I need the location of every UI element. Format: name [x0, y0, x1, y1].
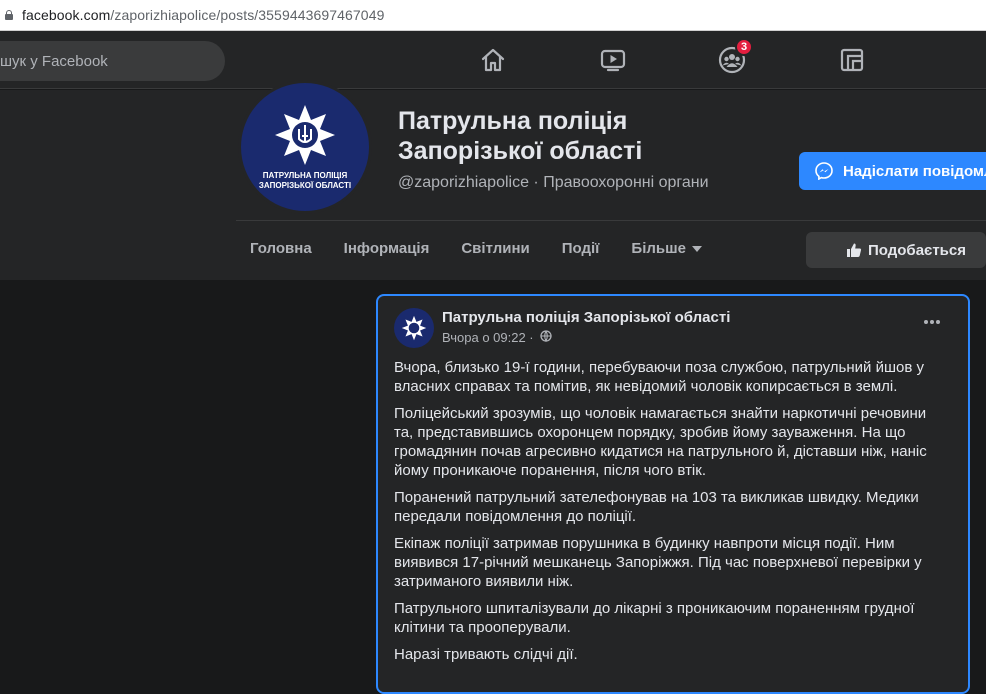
lock-icon: [5, 10, 13, 20]
home-icon[interactable]: [477, 44, 509, 76]
gaming-icon[interactable]: [836, 44, 868, 76]
post-text: Вчора, близько 19-ї години, перебуваючи …: [394, 358, 944, 672]
header-divider: [236, 220, 986, 221]
post-author-name[interactable]: Патрульна поліція Запорізької області: [442, 309, 730, 326]
police-star-icon: [401, 315, 427, 341]
post-paragraph: Поранений патрульний зателефонував на 10…: [394, 489, 919, 525]
tab-about[interactable]: Інформація: [344, 240, 430, 257]
post-paragraph: Вчора, близько 19-ї години, перебуваючи …: [394, 359, 924, 395]
page-tabs: Головна Інформація Світлини Події Більше: [250, 240, 734, 257]
browser-url-bar[interactable]: facebook.com/zaporizhiapolice/posts/3559…: [0, 0, 986, 31]
tab-home[interactable]: Головна: [250, 240, 312, 257]
avatar-caption: ПАТРУЛЬНА ПОЛІЦІЯ ЗАПОРІЗЬКОЇ ОБЛАСТІ: [258, 171, 352, 190]
search-placeholder: шук у Facebook: [0, 52, 108, 70]
tab-events[interactable]: Події: [562, 240, 600, 257]
groups-icon[interactable]: 3: [716, 38, 753, 76]
send-message-button[interactable]: Надіслати повідомлення: [799, 152, 986, 190]
post-timestamp[interactable]: Вчора о 09:22 ·: [442, 330, 552, 345]
post-author-avatar[interactable]: [394, 308, 434, 348]
notification-badge: 3: [735, 38, 753, 56]
messenger-icon: [815, 162, 833, 184]
post-paragraph: Поліцейський зрозумів, що чоловік намага…: [394, 405, 927, 479]
tab-more[interactable]: Більше: [631, 240, 702, 257]
post-paragraph: Патрульного шпиталізували до лікарні з п…: [394, 600, 915, 636]
tab-photos[interactable]: Світлини: [461, 240, 529, 257]
search-input[interactable]: шук у Facebook: [0, 41, 225, 81]
page-subtitle: @zaporizhiapolice · Правоохоронні органи: [398, 174, 709, 191]
post-card: Патрульна поліція Запорізької області Вч…: [376, 294, 970, 694]
url-text[interactable]: facebook.com/zaporizhiapolice/posts/3559…: [22, 7, 384, 23]
like-page-button[interactable]: Подобається: [806, 232, 986, 268]
facebook-top-bar: шук у Facebook 3: [0, 31, 986, 89]
chevron-down-icon: [691, 245, 702, 252]
thumbs-up-icon: [846, 242, 862, 262]
page-avatar[interactable]: ПАТРУЛЬНА ПОЛІЦІЯ ЗАПОРІЗЬКОЇ ОБЛАСТІ: [238, 80, 372, 214]
post-paragraph: Екіпаж поліції затримав порушника в буди…: [394, 535, 922, 590]
more-options-icon[interactable]: [924, 320, 942, 324]
watch-video-icon[interactable]: [597, 44, 629, 76]
page-header: ПАТРУЛЬНА ПОЛІЦІЯ ЗАПОРІЗЬКОЇ ОБЛАСТІ Па…: [0, 80, 986, 280]
police-star-icon: [275, 105, 335, 165]
globe-icon: [539, 330, 552, 345]
post-paragraph: Наразі тривають слідчі дії.: [394, 646, 578, 663]
page-title[interactable]: Патрульна поліція Запорізької області: [398, 106, 778, 166]
